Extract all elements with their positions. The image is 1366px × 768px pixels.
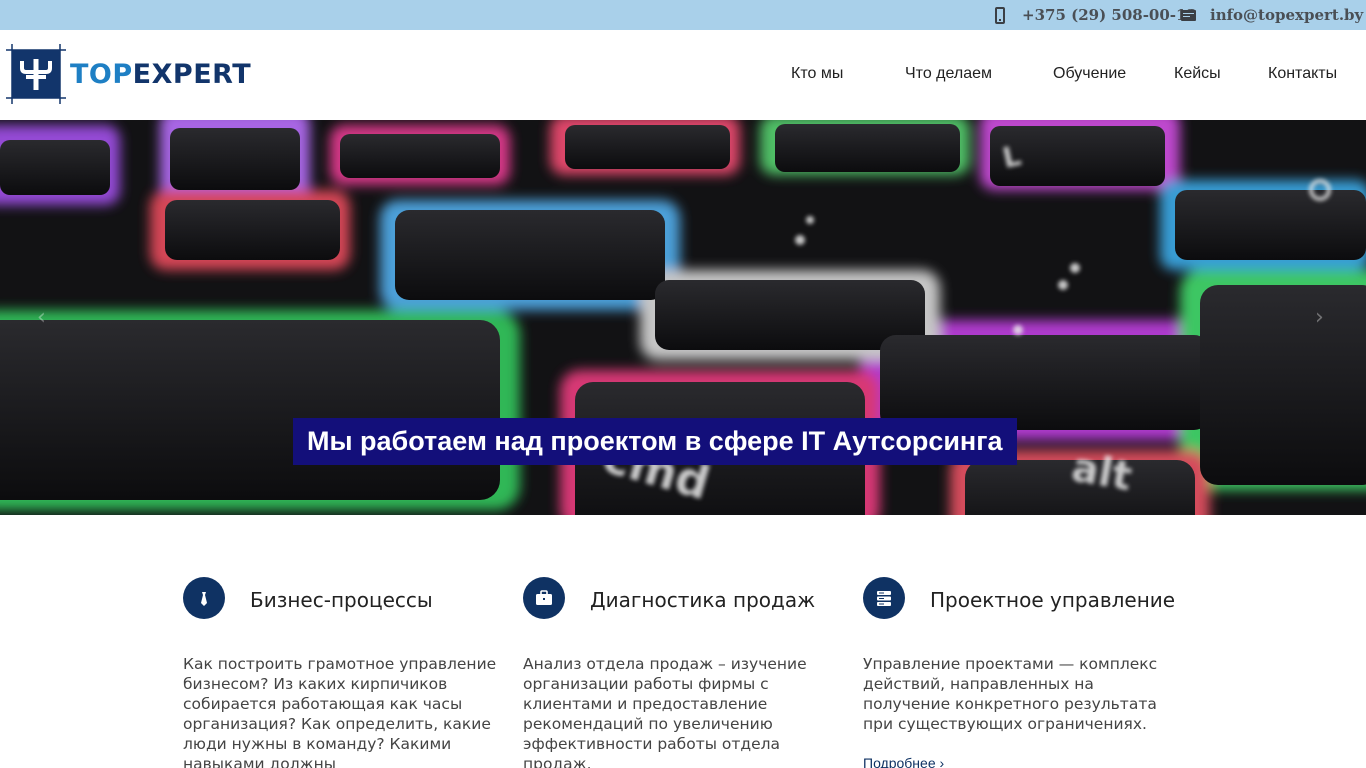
nav-item-services[interactable]: Что делаем: [905, 65, 992, 83]
chevron-left-icon[interactable]: ‹: [37, 305, 46, 330]
nav-item-training[interactable]: Обучение: [1053, 65, 1126, 83]
briefcase-icon: [536, 590, 552, 605]
tie-icon: [201, 592, 207, 606]
feature-title: Бизнес-процессы: [250, 588, 433, 612]
mobile-phone-icon: [995, 6, 1005, 24]
envelope-icon: [1181, 9, 1196, 21]
server-icon: [877, 591, 891, 606]
email-contact[interactable]: info@topexpert.by: [1181, 0, 1363, 30]
nav-item-about[interactable]: Кто мы: [791, 65, 843, 83]
feature-icon-circle: [863, 577, 905, 619]
email-address[interactable]: info@topexpert.by: [1210, 6, 1363, 24]
phone-contact[interactable]: +375 (29) 508-00-13: [995, 0, 1197, 30]
hero-slider[interactable]: L cmd alt ‹ › Мы работаем над проектом в…: [0, 120, 1366, 515]
main-navigation: Кто мы Что делаем Обучение Кейсы Контакт…: [0, 30, 1366, 120]
hero-caption: Мы работаем над проектом в сфере IT Аутс…: [293, 418, 1017, 465]
feature-icon-circle: [523, 577, 565, 619]
feature-description: Анализ отдела продаж – изучение организа…: [523, 655, 807, 768]
chevron-right-icon[interactable]: ›: [1315, 305, 1324, 330]
feature-title: Диагностика продаж: [590, 588, 816, 612]
nav-item-contacts[interactable]: Контакты: [1268, 65, 1337, 83]
feature-description: Управление проектами — комплекс действий…: [863, 655, 1158, 733]
top-contact-bar: +375 (29) 508-00-13 info@topexpert.by: [0, 0, 1366, 30]
phone-number[interactable]: +375 (29) 508-00-13: [1022, 6, 1197, 24]
feature-title: Проектное управление: [930, 588, 1176, 612]
site-header: TOPEXPERT Кто мы Что делаем Обучение Кей…: [0, 30, 1366, 120]
feature-description: Как построить грамотное управление бизне…: [183, 655, 497, 768]
read-more-link[interactable]: Подробнее ›: [863, 755, 944, 768]
feature-icon-circle: [183, 577, 225, 619]
nav-item-cases[interactable]: Кейсы: [1174, 65, 1221, 83]
